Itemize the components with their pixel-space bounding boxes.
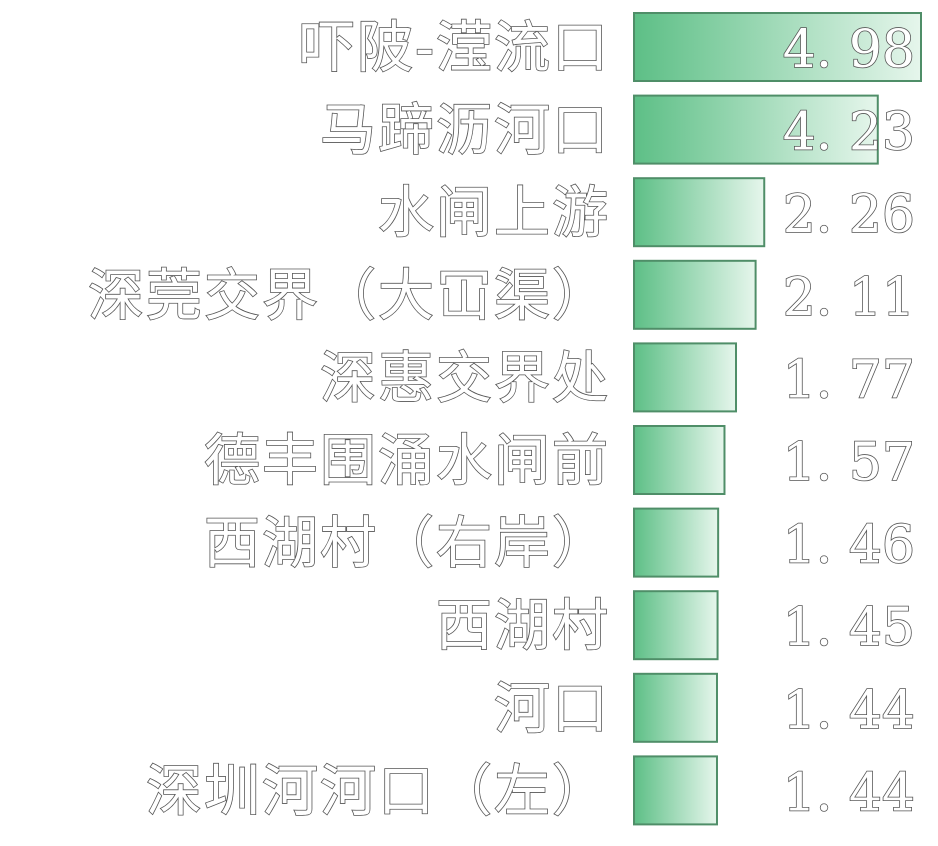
value-label: 2. 11 xyxy=(783,268,915,328)
bar-3 xyxy=(633,259,757,330)
category-label: 西湖村 xyxy=(436,594,610,659)
category-label: 河口 xyxy=(494,677,610,742)
category-label: 马蹄沥河口 xyxy=(320,99,610,164)
category-label: 深惠交界处 xyxy=(320,346,610,411)
value-label: 1. 45 xyxy=(783,598,915,658)
category-label: 深莞交界（大冚渠） xyxy=(88,264,610,329)
bar-6 xyxy=(633,507,720,578)
bar-2 xyxy=(633,177,766,248)
category-label: 深圳河河口（左） xyxy=(146,759,610,824)
value-label: 1. 57 xyxy=(783,433,915,493)
bar-7 xyxy=(633,590,719,661)
value-label: 4. 23 xyxy=(783,103,915,163)
category-label: 西湖村（右岸） xyxy=(204,512,610,577)
value-label: 1. 77 xyxy=(783,350,915,410)
value-label: 4. 98 xyxy=(783,20,915,80)
labels-layer: 吓陂-滢流口 4. 98 马蹄沥河口 4. 23 水闸上游 2. 26 深莞交界（大冚渠） 2… xyxy=(87,15,916,825)
bar-5 xyxy=(633,425,726,495)
category-label: 水闸上游 xyxy=(378,181,610,246)
bar-9 xyxy=(633,755,718,826)
bar-chart: 吓陂-滢流口 4. 98 马蹄沥河口 4. 23 水闸上游 2. 26 深莞交界（大冚渠） 2… xyxy=(0,0,938,846)
value-label: 1. 44 xyxy=(783,763,915,823)
value-label: 1. 44 xyxy=(783,681,915,741)
category-label: 吓陂-滢流口 xyxy=(299,16,610,81)
value-label: 2. 26 xyxy=(783,185,915,245)
chart-svg: 吓陂-滢流口 4. 98 马蹄沥河口 4. 23 水闸上游 2. 26 深莞交界（大冚渠） 2… xyxy=(87,12,922,826)
category-label: 德丰围涌水闸前 xyxy=(204,429,610,494)
bar-4 xyxy=(633,342,738,413)
bar-8 xyxy=(633,672,718,743)
value-label: 1. 46 xyxy=(783,516,915,576)
